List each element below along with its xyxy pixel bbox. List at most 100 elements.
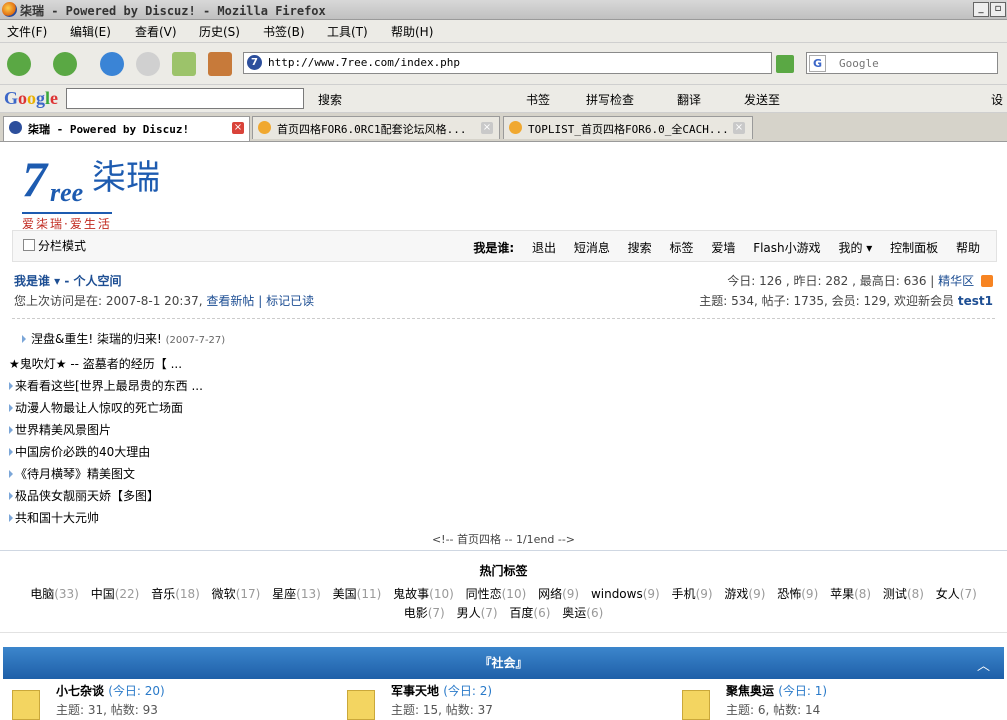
tag-name[interactable]: 男人 <box>457 606 481 620</box>
list-item[interactable]: 世界精美风景图片 <box>9 422 203 444</box>
stop-icon[interactable] <box>136 52 160 76</box>
digest-link[interactable]: 精华区 <box>938 274 974 288</box>
url-bar[interactable]: 7 http://www.7ree.com/index.php <box>243 52 772 74</box>
columns-mode-checkbox[interactable] <box>23 239 35 251</box>
tag-item[interactable]: 游戏(9) <box>724 587 765 601</box>
site-logo[interactable]: 7 ree 柒瑞 爱柒瑞·爱生活 <box>20 148 160 231</box>
tag-item[interactable]: 男人(7) <box>457 606 498 620</box>
list-item[interactable]: 共和国十大元帅 <box>9 510 203 532</box>
thread-link[interactable]: 极品侠女靓丽天娇【多图】 <box>15 489 159 503</box>
reload-icon[interactable] <box>100 52 124 76</box>
tag-item[interactable]: 中国(22) <box>91 587 140 601</box>
menu-tools[interactable]: 工具(T) <box>327 23 368 40</box>
forum-item[interactable]: 小七杂谈 (今日: 20) 主题: 31, 帖数: 93 <box>12 682 312 720</box>
forum-name[interactable]: 军事天地 <box>391 684 439 698</box>
mark-read-link[interactable]: 标记已读 <box>266 294 314 308</box>
newest-member-link[interactable]: test1 <box>958 294 993 308</box>
tab-7ree-home[interactable]: 柒瑞 - Powered by Discuz! × <box>3 116 250 141</box>
tag-item[interactable]: 奥运(6) <box>562 606 603 620</box>
menu-edit[interactable]: 编辑(E) <box>70 23 111 40</box>
google-search-input[interactable] <box>66 88 304 109</box>
forum-item[interactable]: 军事天地 (今日: 2) 主题: 15, 帖数: 37 <box>347 682 647 720</box>
translate-button[interactable]: 翻译 <box>677 91 701 108</box>
new-tab-icon[interactable] <box>172 52 196 76</box>
search-engine-icon[interactable]: G <box>809 55 826 72</box>
tag-name[interactable]: 美国 <box>333 587 357 601</box>
close-tab-icon[interactable]: × <box>232 122 244 134</box>
menu-help[interactable]: 帮助(H) <box>391 23 433 40</box>
tag-name[interactable]: 同性恋 <box>466 587 502 601</box>
home-icon[interactable] <box>208 52 232 76</box>
list-item[interactable]: 《待月横琴》精美图文 <box>9 466 203 488</box>
tag-item[interactable]: 鬼故事(10) <box>393 587 454 601</box>
menu-bookmarks[interactable]: 书签(B) <box>263 23 305 40</box>
tag-item[interactable]: 音乐(18) <box>151 587 200 601</box>
category-header[interactable]: 『社会』 ︿ <box>3 647 1004 679</box>
forum-name[interactable]: 小七杂谈 <box>56 684 104 698</box>
thread-link[interactable]: 共和国十大元帅 <box>15 511 99 525</box>
tag-name[interactable]: 奥运 <box>562 606 586 620</box>
list-item[interactable]: 来看看这些[世界上最昂贵的东西 ... <box>9 378 203 400</box>
help-link[interactable]: 帮助 <box>956 241 980 255</box>
maximize-button[interactable]: ▫ <box>990 2 1006 17</box>
thread-link[interactable]: 《待月横琴》精美图文 <box>15 467 135 481</box>
menu-file[interactable]: 文件(F) <box>7 23 47 40</box>
bookmarks-button[interactable]: 书签 <box>526 91 550 108</box>
tag-item[interactable]: 网络(9) <box>538 587 579 601</box>
rss-icon[interactable] <box>981 275 993 287</box>
tag-name[interactable]: 手机 <box>672 587 696 601</box>
list-item[interactable]: 中国房价必跌的40大理由 <box>9 444 203 466</box>
list-item[interactable]: 动漫人物最让人惊叹的死亡场面 <box>9 400 203 422</box>
tag-name[interactable]: 中国 <box>91 587 115 601</box>
thread-link[interactable]: ★鬼吹灯★ -- 盗墓者的经历【 ... <box>9 357 182 371</box>
tag-name[interactable]: 电脑 <box>30 587 54 601</box>
tag-name[interactable]: 恐怖 <box>777 587 801 601</box>
tag-name[interactable]: 苹果 <box>830 587 854 601</box>
settings-button[interactable]: 设 <box>991 91 1003 108</box>
announcement-link[interactable]: 涅盘&重生! 柒瑞的归来! <box>31 332 162 346</box>
thread-link[interactable]: 来看看这些[世界上最昂贵的东西 ... <box>15 379 203 393</box>
minimize-button[interactable]: _ <box>973 2 989 17</box>
tag-item[interactable]: 百度(6) <box>509 606 550 620</box>
tag-item[interactable]: 同性恋(10) <box>466 587 527 601</box>
view-new-posts-link[interactable]: 查看新帖 <box>206 294 254 308</box>
forum-item[interactable]: 聚焦奥运 (今日: 1) 主题: 6, 帖数: 14 <box>682 682 982 720</box>
menu-view[interactable]: 查看(V) <box>135 23 177 40</box>
control-panel-link[interactable]: 控制面板 <box>890 241 938 255</box>
search-link[interactable]: 搜索 <box>628 241 652 255</box>
thread-link[interactable]: 世界精美风景图片 <box>15 423 111 437</box>
close-tab-icon[interactable]: × <box>481 122 493 134</box>
send-to-button[interactable]: 发送至 <box>744 91 780 108</box>
tag-name[interactable]: 女人 <box>936 587 960 601</box>
logout-link[interactable]: 退出 <box>532 241 556 255</box>
my-menu-link[interactable]: 我的 ▾ <box>838 241 872 255</box>
close-tab-icon[interactable]: × <box>733 122 745 134</box>
tag-name[interactable]: 星座 <box>272 587 296 601</box>
tag-name[interactable]: 游戏 <box>724 587 748 601</box>
tag-item[interactable]: 苹果(8) <box>830 587 871 601</box>
list-item[interactable]: ★鬼吹灯★ -- 盗墓者的经历【 ... <box>9 356 203 378</box>
thread-link[interactable]: 动漫人物最让人惊叹的死亡场面 <box>15 401 183 415</box>
tag-name[interactable]: 鬼故事 <box>393 587 429 601</box>
tag-name[interactable]: 测试 <box>883 587 907 601</box>
tag-item[interactable]: 恐怖(9) <box>777 587 818 601</box>
search-input[interactable] <box>837 54 991 72</box>
tag-item[interactable]: 微软(17) <box>212 587 261 601</box>
spellcheck-button[interactable]: 拼写检查 <box>586 91 634 108</box>
tab-toplist[interactable]: TOPLIST_首页四格FOR6.0_全CACH... × <box>503 116 753 139</box>
tag-name[interactable]: 微软 <box>212 587 236 601</box>
tag-item[interactable]: 女人(7) <box>936 587 977 601</box>
tag-item[interactable]: 美国(11) <box>333 587 382 601</box>
tag-item[interactable]: windows(9) <box>591 587 660 601</box>
tag-name[interactable]: 电影 <box>404 606 428 620</box>
back-icon[interactable] <box>7 52 31 76</box>
flash-games-link[interactable]: Flash小游戏 <box>753 241 820 255</box>
tag-name[interactable]: 音乐 <box>151 587 175 601</box>
user-space-link[interactable]: 我是谁 ▾ - 个人空间 <box>14 272 122 289</box>
tag-item[interactable]: 手机(9) <box>672 587 713 601</box>
category-title[interactable]: 『社会』 <box>479 656 527 670</box>
menu-history[interactable]: 历史(S) <box>199 23 240 40</box>
collapse-chevron-icon[interactable]: ︿ <box>977 655 990 674</box>
list-item[interactable]: 极品侠女靓丽天娇【多图】 <box>9 488 203 510</box>
forward-icon[interactable] <box>53 52 77 76</box>
